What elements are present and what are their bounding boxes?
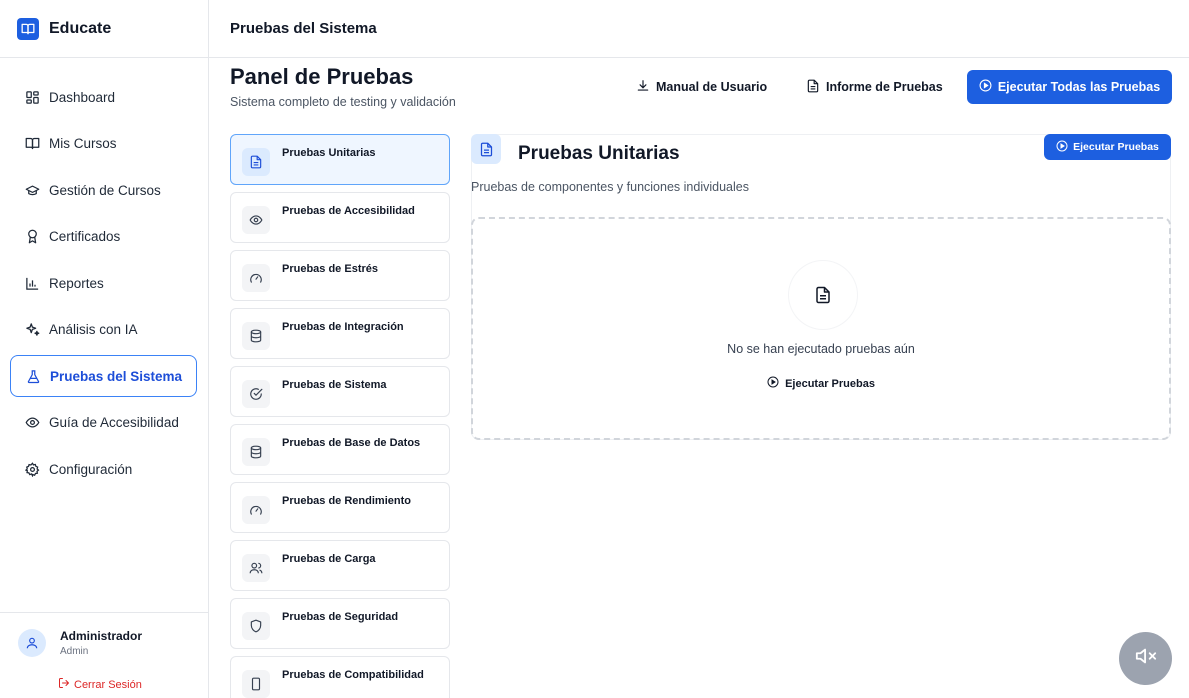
sidebar-item-label: Dashboard <box>49 89 116 105</box>
empty-state: No se han ejecutado pruebas aún Ejecutar… <box>471 217 1171 440</box>
test-item-label: Pruebas de Integración <box>282 321 404 333</box>
empty-run-tests-button[interactable]: Ejecutar Pruebas <box>473 376 1169 391</box>
empty-state-text: No se han ejecutado pruebas aún <box>727 342 915 356</box>
test-item-integracion[interactable]: Pruebas de Integración <box>230 308 450 359</box>
sidebar-item-reportes[interactable]: Reportes <box>10 262 197 304</box>
user-name: Administrador <box>60 629 143 643</box>
sidebar-item-label: Configuración <box>49 461 133 477</box>
bar-chart-icon <box>24 275 40 291</box>
user-manual-label: Manual de Usuario <box>656 80 768 94</box>
panel-title: Pruebas Unitarias <box>518 143 680 164</box>
panel-description: Pruebas de componentes y funciones indiv… <box>471 180 749 194</box>
sidebar-nav: Dashboard Mis Cursos Gestión de Cursos C… <box>10 76 197 495</box>
eye-icon <box>242 206 270 234</box>
sidebar-item-guia-accesibilidad[interactable]: Guía de Accesibilidad <box>10 402 197 444</box>
test-item-compatibilidad[interactable]: Pruebas de Compatibilidad <box>230 656 450 698</box>
run-tests-button[interactable]: Ejecutar Pruebas <box>1044 134 1171 160</box>
sidebar-item-certificados[interactable]: Certificados <box>10 216 197 258</box>
test-report-label: Informe de Pruebas <box>826 80 943 94</box>
logout-icon <box>58 677 70 692</box>
test-item-rendimiento[interactable]: Pruebas de Rendimiento <box>230 482 450 533</box>
test-report-button[interactable]: Informe de Pruebas <box>806 70 943 104</box>
users-icon <box>242 554 270 582</box>
sidebar-item-label: Análisis con IA <box>49 322 138 337</box>
test-item-label: Pruebas de Seguridad <box>282 611 399 623</box>
gauge-icon <box>242 264 270 292</box>
sidebar-item-label: Mis Cursos <box>49 136 117 151</box>
test-item-carga[interactable]: Pruebas de Carga <box>230 540 450 591</box>
test-item-unitarias[interactable]: Pruebas Unitarias <box>230 134 450 185</box>
sidebar-item-configuracion[interactable]: Configuración <box>10 448 197 490</box>
user-panel: Administrador Admin Cerrar Sesión <box>0 612 208 698</box>
test-detail-panel: Pruebas Unitarias Ejecutar Pruebas Prueb… <box>471 134 1171 440</box>
test-type-list: Pruebas Unitarias Pruebas de Accesibilid… <box>230 134 450 698</box>
play-circle-icon <box>767 376 779 391</box>
smartphone-icon <box>242 670 270 698</box>
volume-mute-icon <box>1135 645 1157 672</box>
avatar[interactable] <box>18 629 46 657</box>
test-item-label: Pruebas Unitarias <box>282 147 376 159</box>
file-text-icon <box>806 79 820 96</box>
empty-run-tests-label: Ejecutar Pruebas <box>785 377 875 390</box>
check-circle-icon <box>242 380 270 408</box>
logout-label: Cerrar Sesión <box>74 678 142 691</box>
download-icon <box>636 79 650 96</box>
sparkles-icon <box>24 322 40 338</box>
run-all-tests-label: Ejecutar Todas las Pruebas <box>997 80 1161 94</box>
test-item-label: Pruebas de Accesibilidad <box>282 205 415 217</box>
sidebar-item-label: Pruebas del Sistema <box>50 368 183 384</box>
sidebar-item-label: Reportes <box>49 275 104 291</box>
app-name: Educate <box>49 19 112 37</box>
gauge-icon <box>242 496 270 524</box>
award-icon <box>24 229 40 245</box>
book-open-icon <box>24 136 40 152</box>
file-text-icon <box>242 148 270 176</box>
brand[interactable]: Educate <box>0 0 208 58</box>
page-subtitle: Sistema completo de testing y validación <box>230 95 456 109</box>
test-item-label: Pruebas de Sistema <box>282 379 387 391</box>
file-text-icon <box>789 261 857 329</box>
database-icon <box>242 322 270 350</box>
test-item-seguridad[interactable]: Pruebas de Seguridad <box>230 598 450 649</box>
page-title: Panel de Pruebas <box>230 64 414 89</box>
sidebar-item-mis-cursos[interactable]: Mis Cursos <box>10 123 197 165</box>
user-manual-button[interactable]: Manual de Usuario <box>636 70 767 104</box>
book-open-icon <box>17 17 39 40</box>
topbar: Pruebas del Sistema <box>209 0 1189 58</box>
play-circle-icon <box>979 79 992 95</box>
sidebar-item-analisis-ia[interactable]: Análisis con IA <box>10 309 197 351</box>
play-circle-icon <box>1056 140 1068 155</box>
sidebar: Educate Dashboard Mis Cursos Gestión de … <box>0 0 209 698</box>
user-role: Admin <box>60 646 89 657</box>
test-item-label: Pruebas de Rendimiento <box>282 495 411 507</box>
gear-icon <box>24 461 40 477</box>
test-item-base-datos[interactable]: Pruebas de Base de Datos <box>230 424 450 475</box>
sidebar-item-gestion-cursos[interactable]: Gestión de Cursos <box>10 169 197 211</box>
test-item-label: Pruebas de Carga <box>282 553 376 565</box>
sidebar-item-label: Certificados <box>49 229 121 244</box>
shield-icon <box>242 612 270 640</box>
test-item-label: Pruebas de Base de Datos <box>282 437 421 449</box>
graduation-cap-icon <box>24 182 40 198</box>
sidebar-item-dashboard[interactable]: Dashboard <box>10 76 197 118</box>
flask-icon <box>25 368 41 384</box>
run-tests-label: Ejecutar Pruebas <box>1073 141 1159 153</box>
test-item-label: Pruebas de Compatibilidad <box>282 669 424 681</box>
test-item-sistema[interactable]: Pruebas de Sistema <box>230 366 450 417</box>
logout-button[interactable]: Cerrar Sesión <box>58 677 142 692</box>
sidebar-item-label: Guía de Accesibilidad <box>49 415 179 430</box>
eye-icon <box>24 415 40 431</box>
test-item-label: Pruebas de Estrés <box>282 263 378 275</box>
dashboard-icon <box>24 89 40 105</box>
database-icon <box>242 438 270 466</box>
test-item-estres[interactable]: Pruebas de Estrés <box>230 250 450 301</box>
sidebar-item-pruebas-sistema[interactable]: Pruebas del Sistema <box>10 355 197 397</box>
mute-button[interactable] <box>1119 632 1172 685</box>
topbar-title: Pruebas del Sistema <box>230 20 377 37</box>
file-text-icon <box>471 134 501 164</box>
sidebar-item-label: Gestión de Cursos <box>49 182 161 198</box>
test-item-accesibilidad[interactable]: Pruebas de Accesibilidad <box>230 192 450 243</box>
run-all-tests-button[interactable]: Ejecutar Todas las Pruebas <box>967 70 1172 104</box>
